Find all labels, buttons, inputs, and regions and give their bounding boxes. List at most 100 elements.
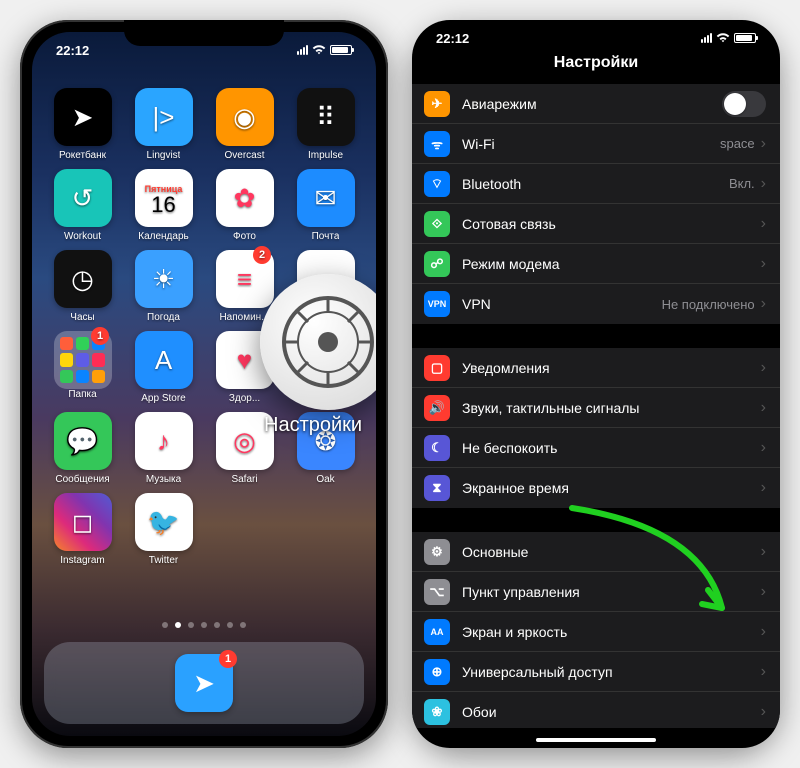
chevron-right-icon: ›: [761, 623, 766, 641]
app-workout[interactable]: ↺Workout: [46, 169, 119, 242]
settings-list[interactable]: ✈АвиарежимᯤWi-Fispace›⌔BluetoothВкл.›⟐Со…: [412, 84, 780, 728]
row-icon: ᯤ: [424, 131, 450, 157]
app-icon[interactable]: ✿: [216, 169, 274, 227]
notch: [124, 20, 284, 46]
settings-row-уведомления[interactable]: ▢Уведомления›: [412, 348, 780, 388]
row-label: Авиарежим: [462, 96, 722, 112]
chevron-right-icon: ›: [761, 399, 766, 417]
row-label: Bluetooth: [462, 176, 729, 192]
cellular-signal-icon: [701, 33, 712, 43]
dock-app-telegram[interactable]: ➤1: [175, 654, 233, 712]
row-label: Wi-Fi: [462, 136, 720, 152]
app-icon[interactable]: ☀: [135, 250, 193, 308]
row-value: Не подключено: [662, 297, 755, 312]
settings-row-не-беспокоить[interactable]: ☾Не беспокоить›: [412, 428, 780, 468]
app-impulse[interactable]: ⠿Impulse: [289, 88, 362, 161]
row-label: VPN: [462, 296, 662, 312]
page-indicator[interactable]: [32, 622, 376, 628]
row-icon: 🔊: [424, 395, 450, 421]
battery-icon: [734, 33, 756, 43]
row-label: Пункт управления: [462, 584, 761, 600]
app-icon[interactable]: ◻: [54, 493, 112, 551]
settings-row-режим-модема[interactable]: ☍Режим модема›: [412, 244, 780, 284]
app-label: Lingvist: [147, 150, 181, 161]
app-фото[interactable]: ✿ Фото: [208, 169, 281, 242]
chevron-right-icon: ›: [761, 543, 766, 561]
settings-group-0: ✈АвиарежимᯤWi-Fispace›⌔BluetoothВкл.›⟐Со…: [412, 84, 780, 324]
app-overcast[interactable]: ◉Overcast: [208, 88, 281, 161]
badge: 2: [253, 246, 271, 264]
app-музыка[interactable]: ♪ Музыка: [127, 412, 200, 485]
row-icon: ⧗: [424, 475, 450, 501]
settings-row-авиарежим[interactable]: ✈Авиарежим: [412, 84, 780, 124]
app-icon[interactable]: ✉: [297, 169, 355, 227]
settings-row-wi-fi[interactable]: ᯤWi-Fispace›: [412, 124, 780, 164]
row-icon: ⚙: [424, 539, 450, 565]
app-label: Погода: [147, 312, 180, 323]
app-рокетбанк[interactable]: ➤Рокетбанк: [46, 88, 119, 161]
row-label: Универсальный доступ: [462, 664, 761, 680]
chevron-right-icon: ›: [761, 703, 766, 721]
row-label: Экран и яркость: [462, 624, 761, 640]
toggle[interactable]: [722, 91, 766, 117]
dock: ➤1: [44, 642, 364, 724]
settings-row-сотовая-связь[interactable]: ⟐Сотовая связь›: [412, 204, 780, 244]
app-app store[interactable]: A App Store: [127, 331, 200, 404]
app-label: Фото: [233, 231, 256, 242]
app-icon[interactable]: |>: [135, 88, 193, 146]
app-icon[interactable]: ➤: [54, 88, 112, 146]
row-icon: ❀: [424, 699, 450, 725]
row-label: Не беспокоить: [462, 440, 761, 456]
settings-row-универсальный-доступ[interactable]: ⊕Универсальный доступ›: [412, 652, 780, 692]
app-icon[interactable]: ♪: [135, 412, 193, 470]
row-icon: AA: [424, 619, 450, 645]
row-icon: ⟐: [424, 211, 450, 237]
app-lingvist[interactable]: |> Lingvist: [127, 88, 200, 161]
app-часы[interactable]: ◷Часы: [46, 250, 119, 323]
chevron-right-icon: ›: [761, 479, 766, 497]
app-label: Музыка: [146, 474, 181, 485]
app-календарь[interactable]: Пятница16 Календарь: [127, 169, 200, 242]
status-time: 22:12: [56, 43, 89, 58]
row-label: Основные: [462, 544, 761, 560]
app-twitter[interactable]: 🐦Twitter: [127, 493, 200, 566]
row-value: Вкл.: [729, 176, 755, 191]
app-label: App Store: [141, 393, 185, 404]
app-label: Папка: [68, 389, 96, 400]
settings-screen[interactable]: 22:12 Настройки ✈АвиарежимᯤWi-Fispace›⌔B…: [412, 20, 780, 748]
status-indicators: [701, 33, 756, 43]
row-label: Сотовая связь: [462, 216, 761, 232]
app-папка[interactable]: 1Папка: [46, 331, 119, 404]
settings-row-экранное-время[interactable]: ⧗Экранное время›: [412, 468, 780, 508]
cellular-signal-icon: [297, 45, 308, 55]
settings-row-vpn[interactable]: VPNVPNНе подключено›: [412, 284, 780, 324]
page-title: Настройки: [412, 54, 780, 72]
app-icon[interactable]: ◷: [54, 250, 112, 308]
settings-row-bluetooth[interactable]: ⌔BluetoothВкл.›: [412, 164, 780, 204]
app-instagram[interactable]: ◻Instagram: [46, 493, 119, 566]
app-icon[interactable]: 🐦: [135, 493, 193, 551]
app-icon[interactable]: ↺: [54, 169, 112, 227]
settings-row-основные[interactable]: ⚙ Основные›: [412, 532, 780, 572]
calendar-icon[interactable]: Пятница16: [135, 169, 193, 227]
app-погода[interactable]: ☀ Погода: [127, 250, 200, 323]
row-label: Звуки, тактильные сигналы: [462, 400, 761, 416]
home-indicator[interactable]: [536, 738, 656, 742]
notch: [516, 20, 676, 46]
app-icon[interactable]: 💬: [54, 412, 112, 470]
app-icon[interactable]: ◉: [216, 88, 274, 146]
app-label: Здор...: [229, 393, 260, 404]
home-screen[interactable]: 22:12 ➤Рокетбанк |> Lingvist ◉Overcast⠿Impu…: [32, 32, 376, 736]
row-icon: ☍: [424, 251, 450, 277]
app-почта[interactable]: ✉Почта: [289, 169, 362, 242]
settings-row-пункт-управления[interactable]: ⌥Пункт управления›: [412, 572, 780, 612]
chevron-right-icon: ›: [761, 135, 766, 153]
app-icon[interactable]: A: [135, 331, 193, 389]
settings-row-звуки-тактильные-сигналы[interactable]: 🔊 Звуки, тактильные сигналы›: [412, 388, 780, 428]
settings-row-обои[interactable]: ❀Обои›: [412, 692, 780, 728]
chevron-right-icon: ›: [761, 439, 766, 457]
settings-row-экран-и-яркость[interactable]: AA Экран и яркость›: [412, 612, 780, 652]
app-сообщения[interactable]: 💬Сообщения: [46, 412, 119, 485]
app-label: Календарь: [138, 231, 188, 242]
app-icon[interactable]: ⠿: [297, 88, 355, 146]
